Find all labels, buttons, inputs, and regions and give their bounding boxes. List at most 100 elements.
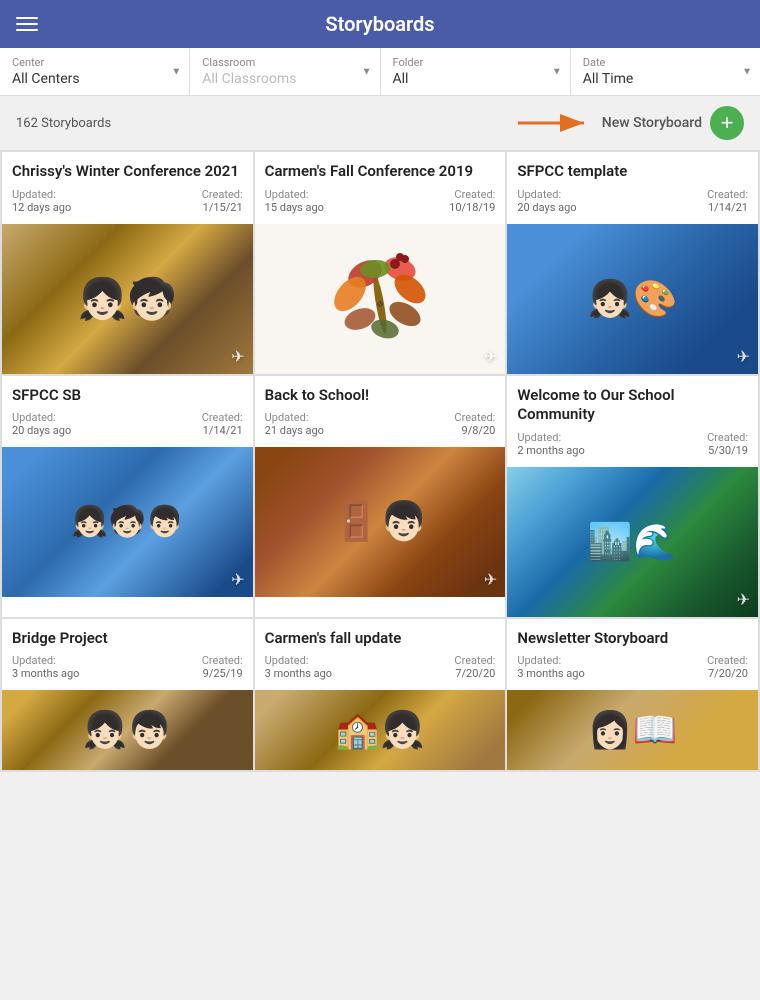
created-value: 7/20/20 bbox=[455, 667, 495, 680]
card-image: ✈ bbox=[255, 224, 506, 374]
created-meta: Created: 9/8/20 bbox=[454, 411, 495, 437]
updated-label: Updated: bbox=[265, 188, 309, 201]
updated-meta: Updated: 2 months ago bbox=[517, 431, 584, 457]
storyboard-card-newsletter[interactable]: Newsletter Storyboard Updated: 3 months … bbox=[507, 619, 758, 771]
created-value: 1/15/21 bbox=[203, 201, 243, 214]
storyboard-card-back-school[interactable]: Back to School! Updated: 21 days ago Cre… bbox=[255, 376, 506, 617]
new-storyboard-button[interactable]: + bbox=[710, 106, 744, 140]
updated-label: Updated: bbox=[517, 431, 561, 444]
chevron-down-icon: ▼ bbox=[742, 66, 752, 77]
card-title: Carmen's Fall Conference 2019 bbox=[265, 162, 496, 182]
created-value: 10/18/19 bbox=[449, 201, 495, 214]
classroom-filter[interactable]: Classroom All Classrooms ▼ bbox=[190, 48, 380, 95]
updated-value: 20 days ago bbox=[12, 424, 71, 437]
updated-meta: Updated: 3 months ago bbox=[265, 654, 332, 680]
hamburger-menu-button[interactable] bbox=[16, 17, 38, 31]
filter-bar: Center All Centers ▼ Classroom All Class… bbox=[0, 48, 760, 96]
card-meta: Updated: 21 days ago Created: 9/8/20 bbox=[265, 411, 496, 437]
new-storyboard-label: New Storyboard bbox=[602, 115, 702, 131]
created-label: Created: bbox=[707, 431, 748, 444]
updated-label: Updated: bbox=[12, 411, 56, 424]
storyboards-grid: Chrissy's Winter Conference 2021 Updated… bbox=[0, 150, 760, 772]
updated-label: Updated: bbox=[265, 654, 309, 667]
storyboard-count: 162 Storyboards bbox=[16, 116, 111, 131]
updated-label: Updated: bbox=[12, 654, 56, 667]
updated-meta: Updated: 12 days ago bbox=[12, 188, 71, 214]
created-value: 1/14/21 bbox=[708, 201, 748, 214]
updated-label: Updated: bbox=[517, 188, 561, 201]
card-image: ✈ bbox=[2, 224, 253, 374]
created-label: Created: bbox=[202, 654, 243, 667]
storyboard-card-sfpcc-sb[interactable]: SFPCC SB Updated: 20 days ago Created: 1… bbox=[2, 376, 253, 617]
created-value: 9/25/19 bbox=[203, 667, 243, 680]
created-meta: Created: 1/14/21 bbox=[707, 188, 748, 214]
card-title: Back to School! bbox=[265, 386, 496, 406]
action-bar: 162 Storyboards New Storyboard + bbox=[0, 96, 760, 150]
created-value: 1/14/21 bbox=[203, 424, 243, 437]
created-label: Created: bbox=[707, 654, 748, 667]
created-meta: Created: 9/25/19 bbox=[202, 654, 243, 680]
updated-meta: Updated: 20 days ago bbox=[12, 411, 71, 437]
date-filter[interactable]: Date All Time ▼ bbox=[571, 48, 760, 95]
arrow-icon bbox=[514, 111, 594, 135]
created-meta: Created: 7/20/20 bbox=[707, 654, 748, 680]
folder-filter[interactable]: Folder All ▼ bbox=[381, 48, 571, 95]
card-info: SFPCC SB Updated: 20 days ago Created: 1… bbox=[2, 376, 253, 448]
updated-label: Updated: bbox=[265, 411, 309, 424]
created-label: Created: bbox=[454, 411, 495, 424]
chevron-down-icon: ▼ bbox=[552, 66, 562, 77]
updated-value: 21 days ago bbox=[265, 424, 324, 437]
storyboard-card-carmen-fall[interactable]: Carmen's Fall Conference 2019 Updated: 1… bbox=[255, 152, 506, 374]
card-image: ✈ bbox=[507, 467, 758, 617]
card-image bbox=[2, 690, 253, 770]
updated-value: 12 days ago bbox=[12, 201, 71, 214]
updated-value: 15 days ago bbox=[265, 201, 324, 214]
center-filter[interactable]: Center All Centers ▼ bbox=[0, 48, 190, 95]
storyboard-card-chrissy[interactable]: Chrissy's Winter Conference 2021 Updated… bbox=[2, 152, 253, 374]
card-meta: Updated: 3 months ago Created: 7/20/20 bbox=[517, 654, 748, 680]
created-label: Created: bbox=[454, 188, 495, 201]
card-info: Chrissy's Winter Conference 2021 Updated… bbox=[2, 152, 253, 224]
created-value: 9/8/20 bbox=[462, 424, 496, 437]
card-meta: Updated: 12 days ago Created: 1/15/21 bbox=[12, 188, 243, 214]
card-image: ✈ bbox=[255, 447, 506, 597]
storyboard-card-bridge[interactable]: Bridge Project Updated: 3 months ago Cre… bbox=[2, 619, 253, 771]
share-icon: ✈ bbox=[231, 570, 244, 589]
folder-filter-value: All bbox=[393, 71, 558, 87]
center-filter-value: All Centers bbox=[12, 71, 177, 87]
updated-meta: Updated: 20 days ago bbox=[517, 188, 576, 214]
card-image bbox=[255, 690, 506, 770]
chevron-down-icon: ▼ bbox=[171, 66, 181, 77]
created-meta: Created: 7/20/20 bbox=[454, 654, 495, 680]
hamburger-icon bbox=[16, 17, 38, 19]
classroom-filter-label: Classroom bbox=[202, 56, 367, 69]
folder-filter-label: Folder bbox=[393, 56, 558, 69]
card-image: ✈ bbox=[507, 224, 758, 374]
updated-meta: Updated: 3 months ago bbox=[12, 654, 79, 680]
classroom-filter-value: All Classrooms bbox=[202, 71, 367, 87]
updated-value: 2 months ago bbox=[517, 444, 584, 457]
page-title: Storyboards bbox=[325, 12, 434, 36]
created-meta: Created: 10/18/19 bbox=[449, 188, 495, 214]
hamburger-icon bbox=[16, 23, 38, 25]
new-storyboard-area: New Storyboard + bbox=[514, 106, 744, 140]
arrow-indicator bbox=[514, 111, 594, 135]
card-meta: Updated: 2 months ago Created: 5/30/19 bbox=[517, 431, 748, 457]
created-meta: Created: 5/30/19 bbox=[707, 431, 748, 457]
updated-meta: Updated: 15 days ago bbox=[265, 188, 324, 214]
storyboard-card-sfpcc-template[interactable]: SFPCC template Updated: 20 days ago Crea… bbox=[507, 152, 758, 374]
storyboard-card-carmen-update[interactable]: Carmen's fall update Updated: 3 months a… bbox=[255, 619, 506, 771]
updated-value: 3 months ago bbox=[265, 667, 332, 680]
share-icon: ✈ bbox=[231, 347, 244, 366]
created-meta: Created: 1/14/21 bbox=[202, 411, 243, 437]
updated-meta: Updated: 21 days ago bbox=[265, 411, 324, 437]
created-value: 5/30/19 bbox=[708, 444, 748, 457]
card-info: Back to School! Updated: 21 days ago Cre… bbox=[255, 376, 506, 448]
center-filter-label: Center bbox=[12, 56, 177, 69]
storyboard-card-welcome[interactable]: Welcome to Our School Community Updated:… bbox=[507, 376, 758, 617]
updated-label: Updated: bbox=[517, 654, 561, 667]
card-image: ✈ bbox=[2, 447, 253, 597]
created-label: Created: bbox=[202, 188, 243, 201]
card-title: Carmen's fall update bbox=[265, 629, 496, 649]
share-icon: ✈ bbox=[484, 347, 497, 366]
